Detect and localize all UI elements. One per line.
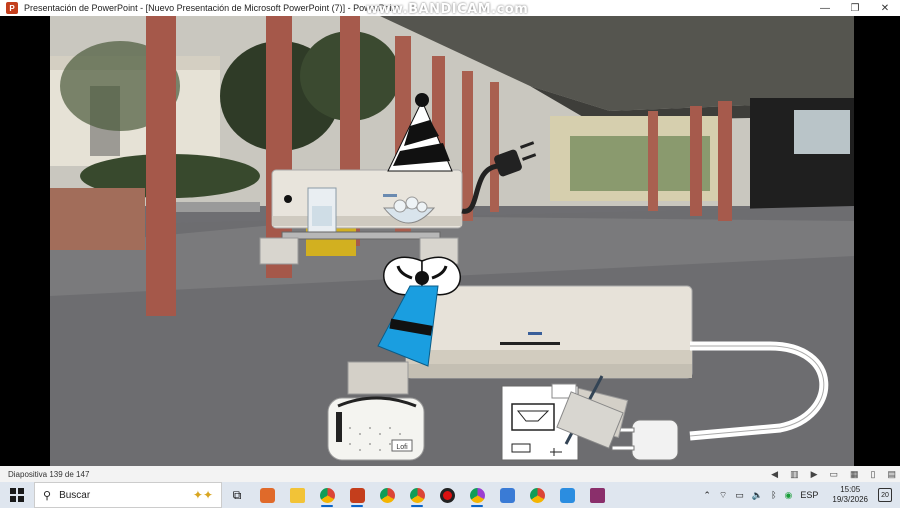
chevron-up-icon[interactable]: ⌃ (703, 490, 711, 501)
window-controls: — ❐ ✕ (810, 0, 900, 16)
clock-date: 19/3/2026 (832, 495, 868, 504)
file-explorer-icon[interactable] (282, 482, 312, 508)
slide-sorter-icon[interactable]: ▦ (850, 469, 859, 480)
tray (281, 231, 441, 240)
view-controls: ◀ ▥ ▶ ▭ ▦ ▯ ▤ (771, 466, 896, 482)
paint-app-icon[interactable] (552, 482, 582, 508)
powerpoint-taskbar-icon[interactable] (342, 482, 372, 508)
close-button[interactable]: ✕ (870, 0, 900, 16)
bench (170, 202, 260, 212)
clock[interactable]: 15:05 19/3/2026 (832, 485, 868, 505)
chrome-profile-icon[interactable] (402, 482, 432, 508)
slide-scene: Lofi (50, 16, 854, 466)
leg (259, 237, 299, 265)
slide-counter: Diapositiva 139 de 147 (8, 469, 90, 479)
planter (50, 188, 145, 250)
slide[interactable]: Lofi (50, 16, 854, 466)
chrome-profile-icon[interactable] (372, 482, 402, 508)
slide-menu-icon[interactable]: ▥ (790, 469, 799, 480)
reading-view-icon[interactable]: ▯ (871, 469, 876, 480)
notification-badge[interactable]: 20 (878, 488, 892, 502)
search-icon: ⚲ (43, 489, 52, 502)
task-view-icon[interactable]: ⧉ (222, 482, 252, 508)
status-circle-icon[interactable]: ◉ (785, 490, 793, 501)
heart-eye (284, 195, 292, 203)
bluetooth-icon[interactable]: ᛒ (771, 490, 776, 500)
game-app-icon[interactable] (492, 482, 522, 508)
status-bar: Diapositiva 139 de 147 ◀ ▥ ▶ ▭ ▦ ▯ ▤ (0, 466, 900, 482)
language-indicator[interactable]: ESP (800, 490, 818, 500)
slide-show-area: Lofi (0, 16, 900, 466)
maximize-button[interactable]: ❐ (840, 0, 870, 16)
battery-icon[interactable]: ▭ (735, 490, 744, 501)
minimize-button[interactable]: — (810, 0, 840, 16)
pillar (146, 16, 176, 316)
network-icon[interactable]: ⌔ (719, 490, 727, 501)
start-button[interactable] (0, 482, 34, 508)
volume-icon[interactable]: 🔈 (752, 490, 763, 501)
taskbar: ⚲ Buscar ✦✦ ⧉ ⌃ ⌔ ▭ 🔈 ᛒ ◉ ESP 15:05 19/3… (0, 482, 900, 508)
slideshow-view-icon[interactable]: ▤ (887, 469, 896, 480)
next-slide-icon[interactable]: ▶ (811, 469, 818, 480)
recorder-watermark: www.BANDICAM.com (366, 2, 529, 17)
copilot-sparkle-icon[interactable]: ✦✦ (193, 488, 213, 502)
windows-icon (10, 488, 24, 502)
lunch-bag-label: Lofi (396, 444, 408, 451)
search-label: Buscar (59, 489, 91, 501)
powerpoint-icon[interactable]: P (6, 2, 18, 14)
chrome-icon[interactable] (312, 482, 342, 508)
normal-view-icon[interactable]: ▭ (830, 469, 839, 480)
media-player-icon[interactable] (252, 482, 282, 508)
chrome-profile-icon[interactable] (522, 482, 552, 508)
winrar-icon[interactable] (582, 482, 612, 508)
record-icon[interactable] (432, 482, 462, 508)
plug-icon (631, 419, 679, 461)
system-tray: ⌃ ⌔ ▭ 🔈 ᛒ ◉ ESP 15:05 19/3/2026 20 (699, 482, 900, 508)
lunch-bag: Lofi (327, 396, 425, 461)
previous-slide-icon[interactable]: ◀ (771, 469, 778, 480)
poster (794, 110, 850, 154)
taskbar-search[interactable]: ⚲ Buscar ✦✦ (34, 482, 222, 508)
clock-time: 15:05 (840, 485, 861, 494)
window-title: Presentación de PowerPoint - [Nuevo Pres… (24, 3, 400, 13)
leg (347, 361, 409, 395)
chrome-profile-icon[interactable] (462, 482, 492, 508)
